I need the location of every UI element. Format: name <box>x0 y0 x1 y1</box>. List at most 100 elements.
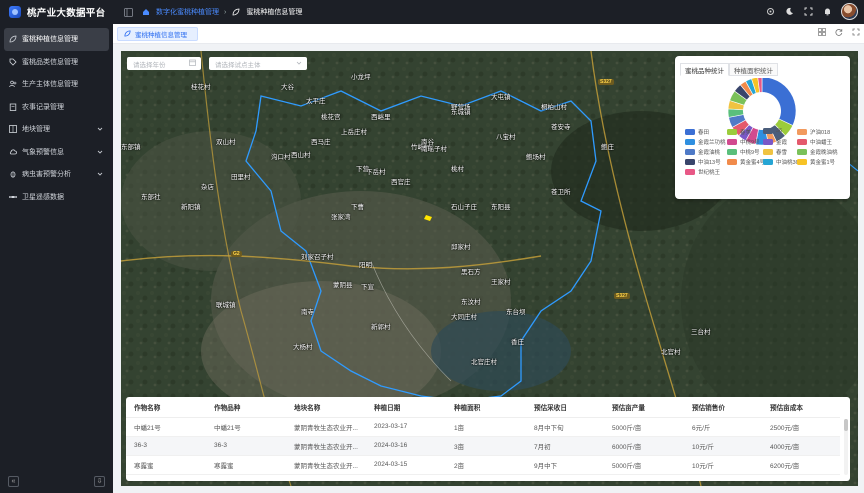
sidebar-item-7[interactable]: 卫星遥感数据 <box>0 186 113 209</box>
legend-item[interactable]: 中桃9号 <box>727 138 760 146</box>
map-label: 太平庄 <box>306 98 326 105</box>
pin-icon[interactable]: ⇩ <box>94 475 105 487</box>
chart-tabs: 蜜桃品种统计 种植面积统计 <box>680 63 778 76</box>
column-header[interactable]: 地块名称 <box>286 397 366 418</box>
table-scrollbar-thumb[interactable] <box>844 419 848 431</box>
legend-swatch <box>727 159 737 165</box>
map-label: 新阳镇 <box>181 204 201 211</box>
map-label: 三台村 <box>691 329 711 336</box>
map-label: 桐柏山村 <box>541 104 567 111</box>
map-label: 大同庄村 <box>451 314 477 321</box>
fullscreen-icon[interactable] <box>803 7 813 17</box>
refresh-icon[interactable] <box>835 28 843 38</box>
road-shield: G2 <box>231 251 242 257</box>
menu-toggle-icon[interactable] <box>123 7 133 17</box>
logo-icon <box>9 6 21 18</box>
sidebar-item-2[interactable]: 生产主体信息管理 <box>0 73 113 96</box>
legend-swatch <box>797 139 807 145</box>
legend-label: 春美 <box>740 130 752 136</box>
legend-item[interactable]: 春雪 <box>763 148 787 156</box>
table-cell: 3亩 <box>446 436 526 456</box>
sidebar-item-1[interactable]: 蜜桃品类信息管理 <box>0 51 113 74</box>
column-header[interactable]: 预估亩产量 <box>604 397 684 418</box>
sidebar-item-6[interactable]: 病虫害预警分析 <box>0 163 113 186</box>
tab-planting-info[interactable]: 蜜桃种植信息管理 <box>117 27 198 41</box>
map-label: 苍卫所 <box>551 189 571 196</box>
column-header[interactable]: 预估采收日 <box>526 397 604 418</box>
map-label: 沟口村 <box>271 154 291 161</box>
column-header[interactable]: 作物名称 <box>126 397 206 418</box>
expand-icon[interactable] <box>852 28 860 38</box>
column-header[interactable]: 预估销售价 <box>684 397 762 418</box>
sidebar-item-label: 地块管理 <box>22 126 50 134</box>
legend-item[interactable]: 中油蟠王 <box>797 138 832 146</box>
legend-item[interactable]: 中油13号 <box>685 158 721 166</box>
legend-label: 金霞 <box>776 140 788 146</box>
legend-item[interactable]: 金霞油桃 <box>685 148 720 156</box>
legend-item[interactable]: 春美 <box>727 128 751 136</box>
chevron-down-icon <box>97 126 103 134</box>
table-body: 中蟠21号 中蟠21号 蒙阴青牧生态农业开... 2023-03-17 1亩 8月中下旬 5… <box>126 417 840 475</box>
map-container[interactable]: 桂花村 小龙坪 太平庄 大谷 桃花宫 西峪里 东城镇 大屯镇 桐柏山村 上岳庄村 南谷 西马庄 沟口村双… <box>121 51 858 486</box>
sidebar-footer: « ⇩ <box>0 473 113 489</box>
legend-item[interactable]: 金霞晚油桃 <box>797 148 838 156</box>
collapse-sidebar-icon[interactable]: « <box>8 475 19 487</box>
sidebar-item-3[interactable]: 农事记录管理 <box>0 96 113 119</box>
table-row[interactable]: 中蟠21号 中蟠21号 蒙阴青牧生态农业开... 2023-03-17 1亩 8月中下旬 5… <box>126 417 840 437</box>
map-label: 蒙阴县 <box>333 282 353 289</box>
legend-item[interactable]: 36 <box>763 128 782 134</box>
legend-label: 黄金蜜1号 <box>810 160 836 166</box>
table-row[interactable]: 寒露蜜 寒露蜜 蒙阴青牧生态农业开... 2024-03-15 2亩 9月中下 5000斤/… <box>126 455 840 475</box>
bell-icon[interactable] <box>822 7 832 17</box>
map-label: 南瑶子村 <box>421 146 447 153</box>
settings-icon[interactable] <box>765 7 775 17</box>
table-cell: 4000元/亩 <box>762 436 840 456</box>
map-label: 双山村 <box>216 139 236 146</box>
legend-swatch <box>685 159 695 165</box>
tab-grid-icon[interactable] <box>818 28 826 38</box>
map-label: 刘家召子村 <box>301 254 334 261</box>
legend-swatch <box>763 128 773 134</box>
sidebar-item-5[interactable]: 气象预警信息 <box>0 141 113 164</box>
column-header[interactable]: 作物品种 <box>206 397 286 418</box>
legend-item[interactable]: 金霞 <box>763 138 787 146</box>
table-cell: 2023-03-17 <box>366 417 446 437</box>
breadcrumb-parent[interactable]: 数字化蜜桃种植管理 <box>156 7 219 17</box>
legend-item[interactable]: 黄金蜜4号 <box>727 158 765 166</box>
legend-item[interactable]: 中桃9号 <box>727 148 760 156</box>
map-label: 小龙坪 <box>351 74 371 81</box>
legend-swatch <box>727 149 737 155</box>
sidebar-item-label: 气象预警信息 <box>22 148 64 156</box>
home-icon[interactable] <box>141 7 151 17</box>
sidebar-item-0[interactable]: 蜜桃种植信息管理 <box>4 28 109 51</box>
variety-chart-panel: 蜜桃品种统计 种植面积统计 春田 春美 36 沪油018 金霞兰功桃 中桃9号 金霞 中油蟠王… <box>675 56 850 199</box>
table-cell: 2024-03-15 <box>366 455 446 475</box>
legend-item[interactable]: 春田 <box>685 128 709 136</box>
column-header[interactable]: 种植面积 <box>446 397 526 418</box>
legend-item[interactable]: 金霞兰功桃 <box>685 138 726 146</box>
map-label: 大屯镇 <box>491 94 511 101</box>
pie-slice[interactable] <box>761 78 797 126</box>
table-scrollbar[interactable] <box>844 419 848 475</box>
legend-item[interactable]: 世纪桃王 <box>685 168 720 176</box>
tab-variety-stats[interactable]: 蜜桃品种统计 <box>680 63 729 76</box>
legend-item[interactable]: 沪油018 <box>797 128 830 136</box>
avatar[interactable] <box>841 3 858 20</box>
tab-area-stats[interactable]: 种植面积统计 <box>729 63 778 76</box>
map-label: 八宝村 <box>496 134 516 141</box>
map-label: 桃花宫 <box>321 114 341 121</box>
map-label: 西峪里 <box>371 114 391 121</box>
entity-select[interactable]: 请选择试点主体 <box>209 57 307 70</box>
column-header[interactable]: 预估亩成本 <box>762 397 840 418</box>
top-header: 数字化蜜桃种植管理 › 蜜桃种植信息管理 <box>113 0 864 24</box>
sidebar-item-4[interactable]: 地块管理 <box>0 118 113 141</box>
year-picker[interactable]: 请选择年份 <box>127 57 201 70</box>
map-label: 东部社 <box>141 194 161 201</box>
column-header[interactable]: 种植日期 <box>366 397 446 418</box>
app-title: 桃产业大数据平台 <box>27 8 106 19</box>
dark-mode-icon[interactable] <box>784 7 794 17</box>
map-label: 联城镇 <box>216 302 236 309</box>
legend-item[interactable]: 黄金蜜1号 <box>797 158 835 166</box>
map-label: 苍安寺 <box>551 124 571 131</box>
table-row[interactable]: 36-3 36-3 蒙阴青牧生态农业开... 2024-03-16 3亩 7月初 6000斤… <box>126 436 840 456</box>
